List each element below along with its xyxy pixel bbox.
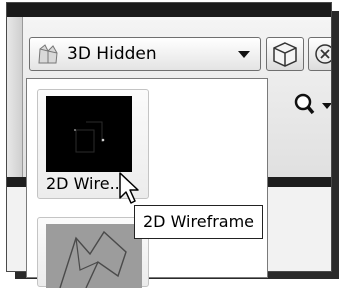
panel-separator [7, 17, 23, 177]
close-button[interactable] [308, 37, 331, 71]
title-bar-strip [7, 3, 331, 17]
3d-hidden-icon [38, 44, 58, 64]
visual-style-label: 3D Hidden [67, 44, 157, 64]
tooltip: 2D Wireframe [134, 205, 264, 239]
visual-style-combo[interactable]: 3D Hidden [29, 37, 261, 71]
view-cube-button[interactable] [266, 37, 304, 71]
chevron-down-icon[interactable] [238, 50, 250, 58]
cube-icon [273, 42, 297, 67]
zoom-icon[interactable] [292, 91, 332, 121]
gallery-item-label: 2D Wire... [46, 174, 125, 193]
close-icon [315, 44, 331, 64]
visual-style-dropdown: 2D Wire... [26, 78, 268, 289]
3d-wireframe-icon [46, 224, 142, 289]
mouse-pointer-icon [119, 172, 139, 204]
gallery-item-3d-wireframe[interactable] [37, 217, 149, 289]
2d-wireframe-icon [46, 96, 132, 172]
